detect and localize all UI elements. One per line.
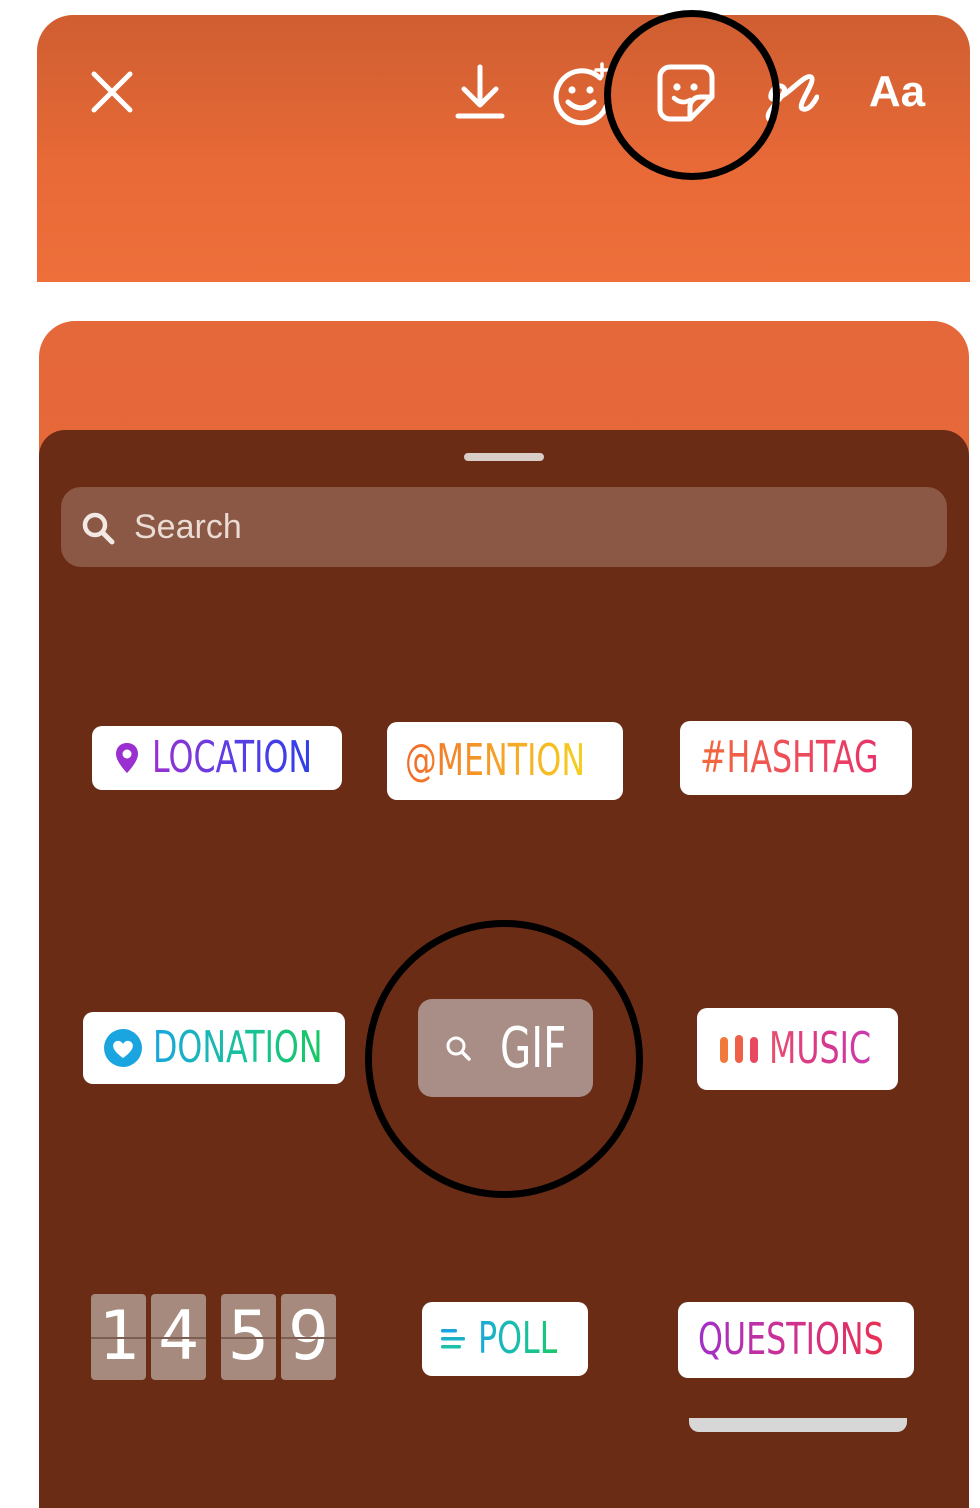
music-label: MUSIC [769, 1023, 872, 1074]
draw-icon[interactable] [761, 67, 819, 125]
search-icon [81, 511, 115, 549]
questions-sticker[interactable]: QUESTIONS [678, 1302, 914, 1378]
mention-sticker[interactable]: @MENTION [387, 722, 623, 800]
hashtag-label: #HASHTAG [700, 732, 879, 783]
questions-stack-shadow [689, 1418, 907, 1432]
download-icon[interactable] [454, 63, 506, 123]
donation-sticker[interactable]: DONATION [83, 1012, 345, 1084]
countdown-digit: 1 [91, 1294, 146, 1380]
story-editor-top: Aa [37, 15, 970, 282]
countdown-digit: 4 [151, 1294, 206, 1380]
hashtag-sticker[interactable]: #HASHTAG [680, 721, 912, 795]
gif-label: GIF [500, 1016, 567, 1081]
gif-sticker[interactable]: GIF [418, 999, 593, 1097]
sticker-sheet: Search LOCATION @MENTION #HASHTAG DONATI… [39, 430, 969, 1508]
countdown-digit: 5 [221, 1294, 276, 1380]
donation-label: DONATION [153, 1022, 323, 1073]
poll-sticker[interactable]: POLL [422, 1302, 588, 1376]
sticker-icon[interactable] [656, 63, 716, 123]
poll-lines-icon [441, 1329, 465, 1349]
drag-handle[interactable] [464, 453, 544, 461]
face-effects-icon[interactable] [550, 62, 616, 128]
countdown-digit: 9 [281, 1294, 336, 1380]
mention-label: @MENTION [405, 735, 586, 786]
location-pin-icon [116, 743, 138, 773]
text-tool-button[interactable]: Aa [862, 67, 932, 117]
sticker-tray-panel: Search LOCATION @MENTION #HASHTAG DONATI… [39, 321, 969, 1508]
questions-label: QUESTIONS [698, 1314, 884, 1365]
location-sticker[interactable]: LOCATION [92, 726, 342, 790]
gif-search-icon [445, 1035, 473, 1067]
donation-heart-icon [104, 1029, 142, 1067]
close-icon[interactable] [89, 69, 135, 115]
location-label: LOCATION [152, 732, 313, 783]
poll-label: POLL [478, 1313, 558, 1364]
music-sticker[interactable]: MUSIC [697, 1008, 898, 1090]
search-placeholder: Search [134, 508, 242, 546]
countdown-sticker[interactable]: 1 4 5 9 [91, 1294, 337, 1382]
music-bars-icon [720, 1035, 758, 1063]
sticker-search-input[interactable]: Search [61, 487, 947, 567]
